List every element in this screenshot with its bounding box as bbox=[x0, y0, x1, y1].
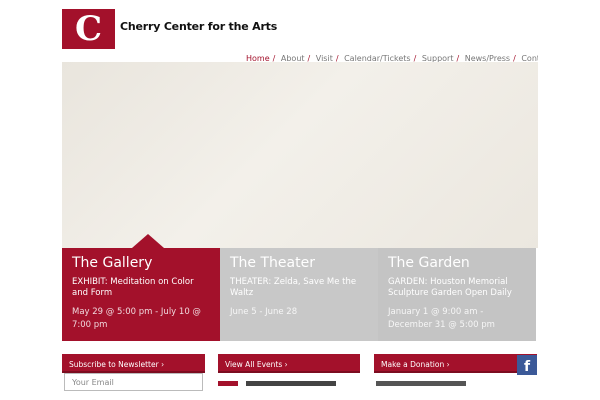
panel-title[interactable]: The Gallery bbox=[72, 255, 210, 271]
facebook-icon[interactable]: f bbox=[517, 355, 537, 375]
panel-event[interactable]: EXHIBIT: Meditation on Color and Form bbox=[72, 277, 210, 300]
view-all-events-link[interactable]: View All Events › bbox=[218, 354, 360, 373]
panel-dates: May 29 @ 5:00 pm - July 10 @ 7:00 pm bbox=[72, 306, 201, 330]
hero-image bbox=[62, 62, 538, 248]
email-input[interactable] bbox=[64, 373, 203, 391]
site-name[interactable]: Cherry Center for the Arts bbox=[120, 20, 277, 33]
panel-dates: June 5 - June 28 bbox=[230, 306, 298, 317]
panel-garden[interactable]: The Garden GARDEN: Houston Memorial Scul… bbox=[378, 248, 536, 341]
donate-link[interactable]: Make a Donation › bbox=[374, 354, 537, 373]
address-text bbox=[376, 381, 466, 386]
panel-gallery[interactable]: The Gallery EXHIBIT: Meditation on Color… bbox=[62, 234, 220, 341]
panel-dates: January 1 @ 9:00 am - December 31 @ 5:00… bbox=[388, 306, 495, 330]
panel-event[interactable]: THEATER: Zelda, Save Me the Waltz bbox=[230, 277, 368, 300]
panel-title[interactable]: The Garden bbox=[388, 255, 526, 271]
event-thumbnail[interactable] bbox=[218, 381, 238, 386]
newsletter-header: Subscribe to Newsletter › bbox=[62, 354, 205, 373]
panel-title[interactable]: The Theater bbox=[230, 255, 368, 271]
event-title[interactable] bbox=[246, 381, 336, 386]
panel-event[interactable]: GARDEN: Houston Memorial Sculpture Garde… bbox=[388, 277, 526, 300]
venue-panels: The Gallery EXHIBIT: Meditation on Color… bbox=[62, 234, 536, 341]
logo[interactable]: C bbox=[62, 9, 115, 49]
panel-theater[interactable]: The Theater THEATER: Zelda, Save Me the … bbox=[220, 248, 378, 341]
